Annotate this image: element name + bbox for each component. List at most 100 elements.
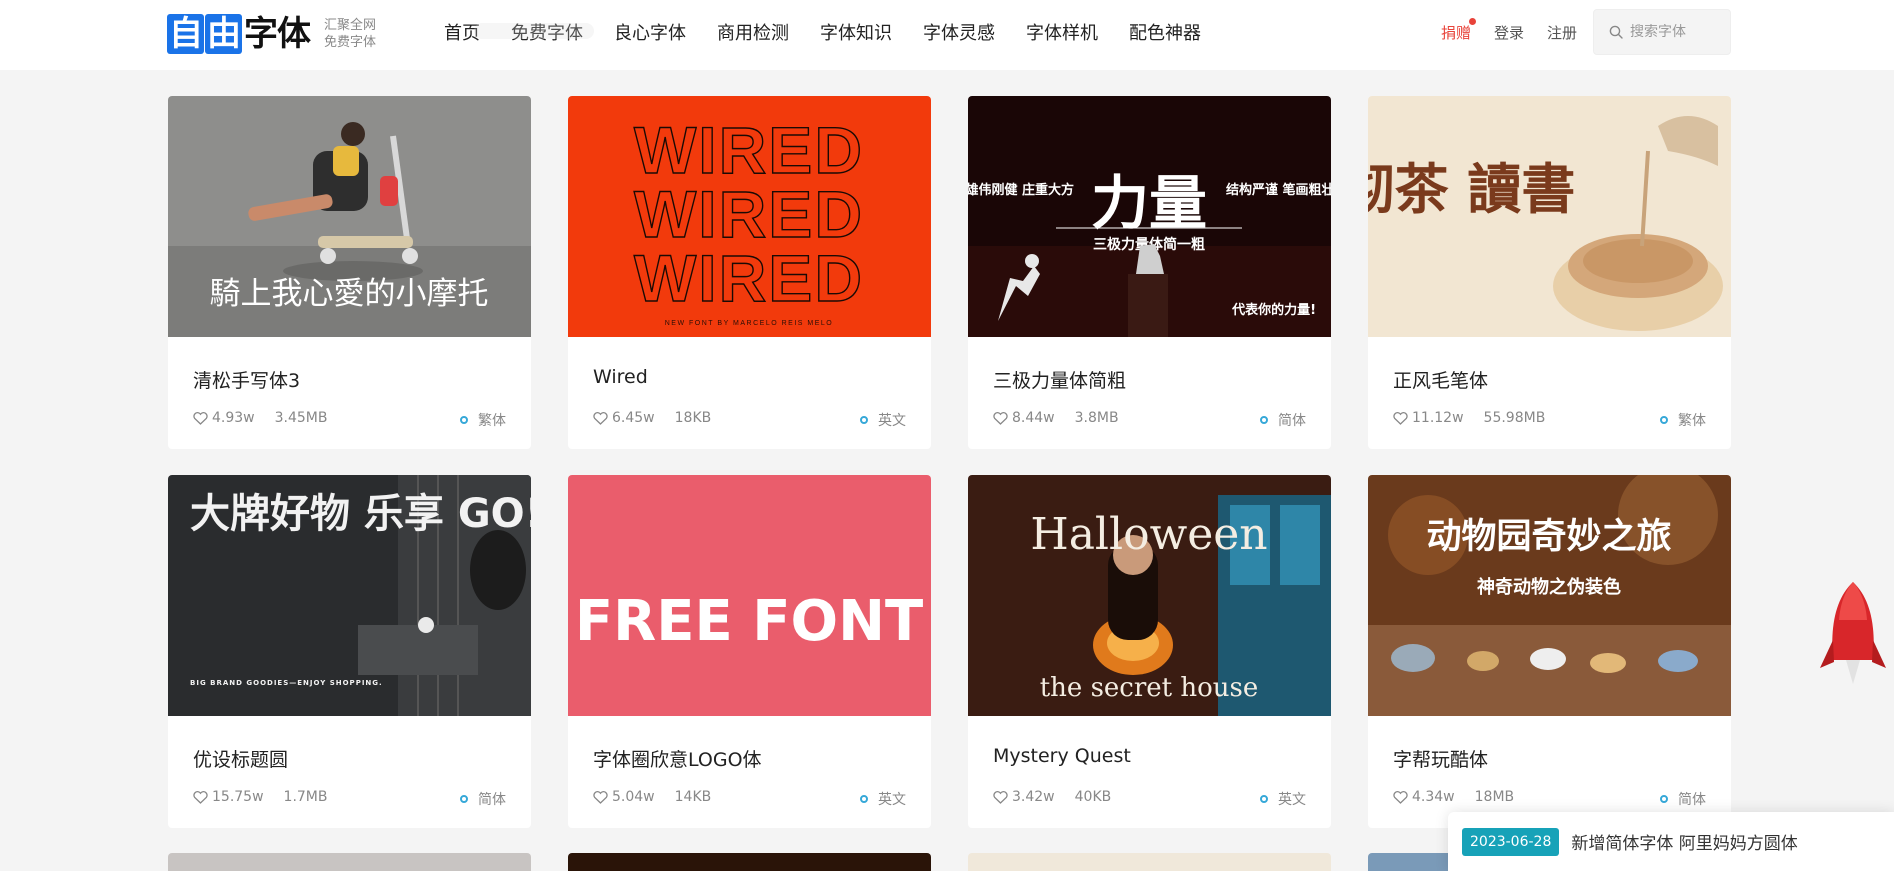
nav-font-knowledge[interactable]: 字体知识 (820, 19, 892, 45)
tag-ring-icon (1660, 416, 1668, 424)
font-meta: 4.93w 3.45MB (193, 410, 327, 426)
search-input[interactable] (1630, 24, 1725, 40)
preview-sub-text: 神奇动物之伪装色 (1477, 576, 1621, 598)
like-count: 6.45w (612, 410, 655, 426)
tag-ring-icon (460, 795, 468, 803)
user-links: 捐赠 登录 注册 (1441, 0, 1600, 64)
tag-label: 简体 (478, 792, 506, 808)
script-tag: 简体 (1260, 410, 1306, 430)
search-box[interactable] (1593, 9, 1731, 55)
tag-label: 英文 (1278, 792, 1306, 808)
preview-text: 动物园奇妙之旅 (1426, 517, 1671, 557)
font-card[interactable]: 动物园奇妙之旅 神奇动物之伪装色 字帮玩酷体 4.34w 18MB 简体 (1368, 475, 1731, 828)
script-tag: 英文 (860, 789, 906, 809)
logo-mark: 自由字体 (167, 14, 311, 54)
preview-text: WIRED (634, 113, 864, 187)
script-tag: 简体 (460, 789, 506, 809)
font-card-partial[interactable] (568, 853, 931, 871)
font-card[interactable]: Halloween the secret house Mystery Quest… (968, 475, 1331, 828)
logo-sub-line-1: 汇聚全网 (324, 18, 377, 33)
nav-conscience-fonts[interactable]: 良心字体 (614, 19, 686, 45)
notification-dot (1469, 17, 1477, 25)
font-preview-image[interactable]: WIRED WIRED WIRED NEW FONT BY MARCELO RE… (568, 96, 931, 337)
font-preview-image[interactable]: 騎上我心愛的小摩托 (168, 96, 531, 337)
script-tag: 英文 (1260, 789, 1306, 809)
font-meta: 5.04w 14KB (593, 789, 711, 805)
font-title[interactable]: 字帮玩酷体 (1393, 745, 1488, 772)
update-notice[interactable]: 2023-06-28 新增简体字体 阿里妈妈方圆体 (1448, 812, 1894, 871)
font-title[interactable]: Wired (593, 366, 648, 388)
heart-icon[interactable] (1393, 790, 1408, 804)
login-link[interactable]: 登录 (1494, 22, 1524, 43)
nav-home[interactable]: 首页 (444, 19, 594, 45)
font-card-partial[interactable] (168, 853, 531, 871)
nav-font-mockups[interactable]: 字体样机 (1026, 19, 1098, 45)
font-preview-image[interactable]: 雄伟刚健 庄重大方 力量 结构严谨 笔画粗壮 三极力量体简一粗 代表你的力量! (968, 96, 1331, 337)
script-tag: 简体 (1660, 789, 1706, 809)
like-count: 11.12w (1412, 410, 1464, 426)
like-count: 15.75w (212, 789, 264, 805)
preview-caption: NEW FONT BY MARCELO REIS MELO (665, 320, 834, 327)
preview-text: 沏茶 讀書 (1368, 157, 1575, 221)
font-preview-image[interactable]: FREE FONT (568, 475, 931, 716)
font-preview-image[interactable]: Halloween the secret house (968, 475, 1331, 716)
nav-color-tool[interactable]: 配色神器 (1129, 19, 1201, 45)
heart-icon[interactable] (593, 790, 608, 804)
file-size: 55.98MB (1483, 410, 1546, 426)
file-size: 3.8MB (1074, 410, 1119, 426)
font-title[interactable]: 优设标题圆 (193, 745, 288, 772)
heart-icon[interactable] (193, 411, 208, 425)
register-link[interactable]: 注册 (1547, 22, 1577, 43)
preview-text: WIRED (634, 177, 864, 251)
font-card[interactable]: 騎上我心愛的小摩托 清松手写体3 4.93w 3.45MB 繁体 (168, 96, 531, 449)
rocket-icon (1820, 582, 1886, 684)
like-count: 4.34w (1412, 789, 1455, 805)
font-meta: 3.42w 40KB (993, 789, 1111, 805)
font-card-partial[interactable] (968, 853, 1331, 871)
search-icon (1609, 25, 1623, 39)
tag-ring-icon (460, 416, 468, 424)
font-card[interactable]: 雄伟刚健 庄重大方 力量 结构严谨 笔画粗壮 三极力量体简一粗 代表你的力量! … (968, 96, 1331, 449)
font-card[interactable]: WIRED WIRED WIRED NEW FONT BY MARCELO RE… (568, 96, 931, 449)
font-preview-image[interactable]: 大牌好物 乐享 GO! BIG BRAND GOODIES—ENJOY SHOP… (168, 475, 531, 716)
tag-ring-icon (1260, 795, 1268, 803)
file-size: 1.7MB (283, 789, 328, 805)
heart-icon[interactable] (193, 790, 208, 804)
font-title[interactable]: 字体圈欣意LOGO体 (593, 745, 762, 772)
font-title[interactable]: 三极力量体简粗 (993, 366, 1126, 393)
tag-label: 繁体 (478, 413, 506, 429)
font-card[interactable]: FREE FONT 字体圈欣意LOGO体 5.04w 14KB 英文 (568, 475, 931, 828)
notice-text: 新增简体字体 阿里妈妈方圆体 (1571, 834, 1798, 854)
like-count: 4.93w (212, 410, 255, 426)
font-meta: 11.12w 55.98MB (1393, 410, 1545, 426)
file-size: 18KB (674, 410, 712, 426)
preview-right-text: 结构严谨 笔画粗壮 (1226, 182, 1331, 198)
preview-caption: the secret house (1040, 673, 1259, 703)
back-to-top-rocket[interactable] (1818, 580, 1888, 692)
main-nav: 首页 免费字体 良心字体 商用检测 字体知识 字体灵感 字体样机 配色神器 (444, 0, 1232, 64)
like-count: 5.04w (612, 789, 655, 805)
heart-icon[interactable] (593, 411, 608, 425)
font-title[interactable]: 清松手写体3 (193, 366, 300, 393)
heart-icon[interactable] (993, 790, 1008, 804)
nav-commercial-check[interactable]: 商用检测 (717, 19, 789, 45)
font-card[interactable]: 沏茶 讀書 正风毛笔体 11.12w 55.98MB 繁体 (1368, 96, 1731, 449)
heart-icon[interactable] (1393, 411, 1408, 425)
donate-link[interactable]: 捐赠 (1441, 17, 1477, 43)
nav-font-inspiration[interactable]: 字体灵感 (923, 19, 995, 45)
tag-ring-icon (860, 416, 868, 424)
logo-tagline: 汇聚全网 免费字体 (324, 17, 376, 51)
font-preview-image[interactable]: 沏茶 讀書 (1368, 96, 1731, 337)
font-card[interactable]: 大牌好物 乐享 GO! BIG BRAND GOODIES—ENJOY SHOP… (168, 475, 531, 828)
site-logo[interactable]: 自由字体 汇聚全网 免费字体 (167, 14, 376, 54)
file-size: 40KB (1074, 789, 1112, 805)
font-title[interactable]: 正风毛笔体 (1393, 366, 1488, 393)
preview-text: 騎上我心愛的小摩托 (210, 276, 489, 312)
file-size: 3.45MB (274, 410, 328, 426)
heart-icon[interactable] (993, 411, 1008, 425)
font-title[interactable]: Mystery Quest (993, 745, 1131, 767)
donate-label: 捐赠 (1441, 23, 1472, 42)
font-meta: 6.45w 18KB (593, 410, 711, 426)
font-preview-image[interactable]: 动物园奇妙之旅 神奇动物之伪装色 (1368, 475, 1731, 716)
preview-caption: BIG BRAND GOODIES—ENJOY SHOPPING. (190, 679, 383, 687)
